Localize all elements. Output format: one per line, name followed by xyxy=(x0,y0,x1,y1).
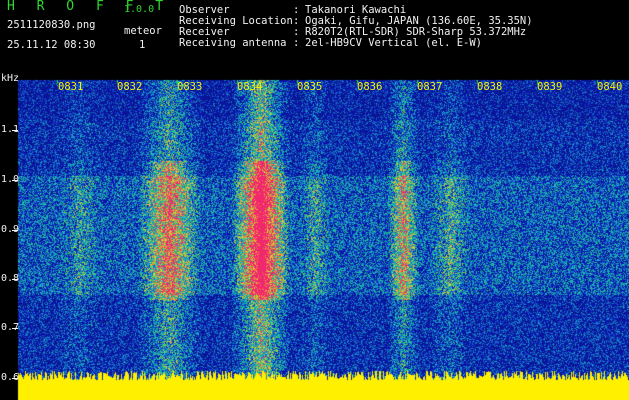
x-tick-label: 0837 xyxy=(417,81,443,93)
x-tick-label: 0836 xyxy=(357,81,383,93)
hrofft-window: H R O F F T 1.0.0 2511120830.png 25.11.1… xyxy=(0,0,629,400)
y-axis-unit: kHz xyxy=(1,73,20,84)
observation-datetime: 25.11.12 08:30 xyxy=(7,39,96,51)
y-tick-mark xyxy=(12,378,18,379)
x-tick-label: 0840 xyxy=(597,81,623,93)
x-tick-label: 0834 xyxy=(237,81,263,93)
app-version: 1.0.0 xyxy=(124,4,155,15)
y-tick-mark xyxy=(12,180,18,181)
x-tick-label: 0835 xyxy=(297,81,323,93)
x-tick-label: 0833 xyxy=(177,81,203,93)
y-tick-mark xyxy=(12,279,18,280)
y-tick-mark xyxy=(12,328,18,329)
meteor-count-label: meteor xyxy=(124,25,162,37)
x-tick-label: 0838 xyxy=(477,81,503,93)
info-separator: : xyxy=(293,37,300,49)
station-info: Observer : Takanori Kawachi Receiving Lo… xyxy=(179,5,619,49)
y-tick-mark xyxy=(12,230,18,231)
x-tick-label: 0832 xyxy=(117,81,143,93)
info-value: 2el-HB9CV Vertical (el. E-W) xyxy=(305,37,483,49)
y-tick-mark xyxy=(12,130,18,131)
x-tick-label: 0839 xyxy=(537,81,563,93)
info-row-antenna: Receiving antenna : 2el-HB9CV Vertical (… xyxy=(179,38,619,49)
info-key: Receiving antenna xyxy=(179,37,287,49)
file-name: 2511120830.png xyxy=(7,19,96,31)
spectrogram-image xyxy=(0,0,629,400)
meteor-count-value: 1 xyxy=(139,39,146,51)
x-tick-label: 0831 xyxy=(58,81,84,93)
